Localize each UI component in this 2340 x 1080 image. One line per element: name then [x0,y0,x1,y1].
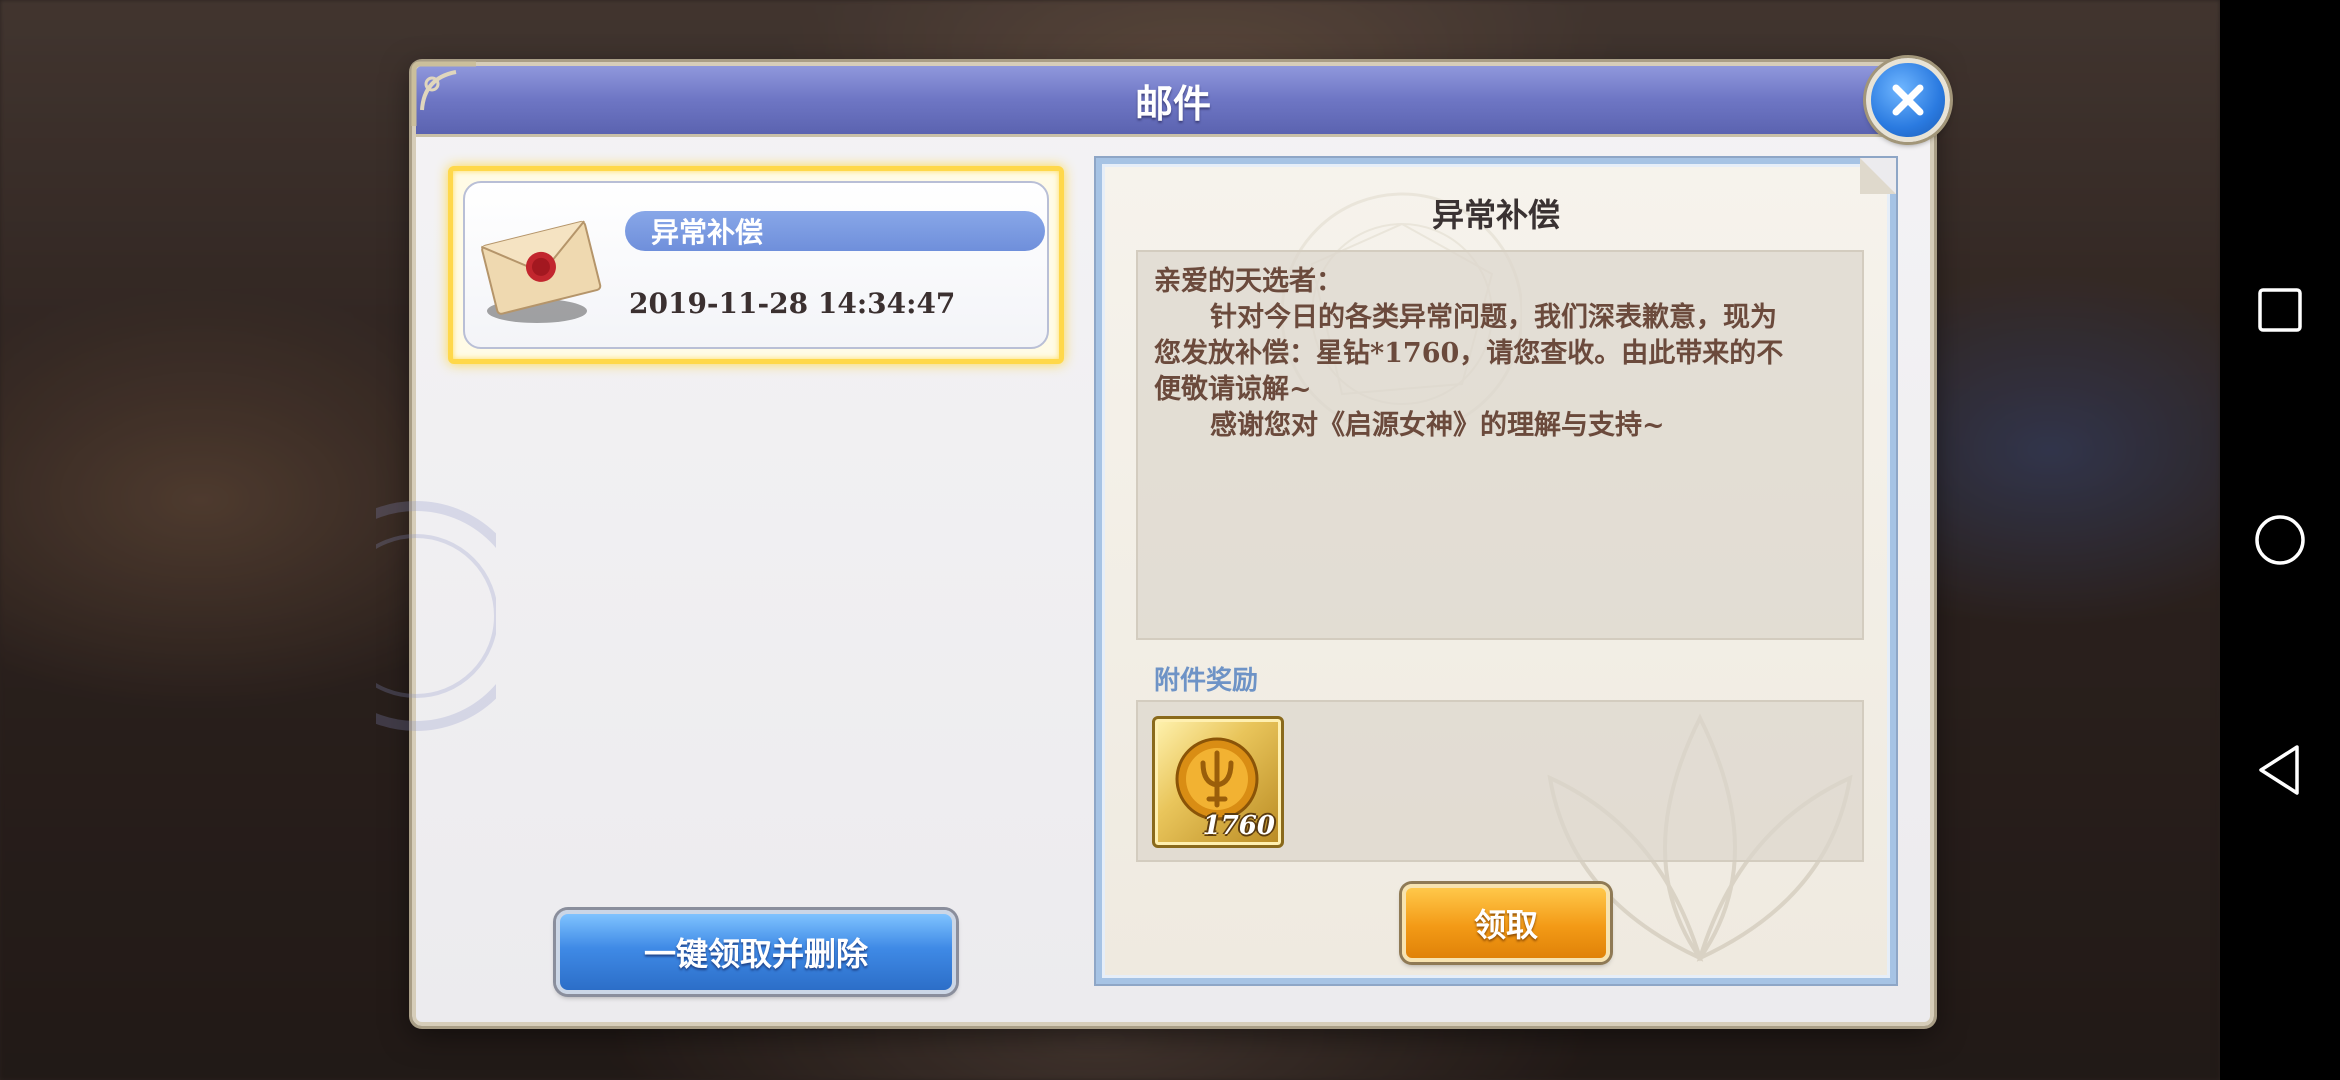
square-recents-icon [2258,288,2302,332]
back-button[interactable] [2220,730,2340,810]
body-line: 便敬请谅解~ [1154,374,1312,405]
sealed-envelope-icon [480,220,602,323]
triangle-back-icon [2259,745,2299,795]
recents-button[interactable] [2220,270,2340,350]
dialog-title: 邮件 [1134,80,1211,126]
reward-count: 1760 [1202,811,1275,841]
page-fold-corner [1860,158,1896,194]
body-greeting: 亲爱的天选者： [1154,266,1343,297]
mail-dialog: 邮件 异常补偿 2019-11-28 14:34:47 一键领取并删除 异常补偿… [376,58,1950,1026]
body-thanks: 感谢您对《启源女神》的理解与支持~ [1210,410,1665,441]
close-x-icon [1892,84,1924,116]
attachment-label: 附件奖励 [1154,666,1259,696]
dialog-title-bar: 邮件 [416,66,1930,137]
mail-item-card: 异常补偿 2019-11-28 14:34:47 [463,181,1049,349]
home-button[interactable] [2220,500,2340,580]
gear-watermark-icon [376,501,496,731]
body-line: 针对今日的各类异常问题，我们深表歉意，现为 [1210,302,1777,333]
reward-item-star-diamond[interactable]: 1760 [1152,716,1284,848]
corner-ornament-icon [411,61,476,126]
mail-list-item[interactable]: 异常补偿 2019-11-28 14:34:47 [448,166,1064,364]
close-button[interactable] [1866,58,1950,142]
claim-button[interactable]: 领取 [1402,884,1610,962]
system-nav-bar [2220,0,2340,1080]
attachment-box: 1760 [1136,700,1864,862]
circle-home-icon [2255,515,2305,565]
mail-detail-panel: 异常补偿 亲爱的天选者： 针对今日的各类异常问题，我们深表歉意，现为 您发放补偿… [1096,158,1896,984]
claim-all-delete-button[interactable]: 一键领取并删除 [556,910,956,994]
mail-date: 2019-11-28 14:34:47 [629,287,956,320]
mail-subject: 异常补偿 [625,211,1045,251]
detail-title: 异常补偿 [1431,196,1560,234]
body-line: 您发放补偿：星钻*1760，请您查收。由此带来的不 [1154,338,1784,369]
mail-body-text: 亲爱的天选者： 针对今日的各类异常问题，我们深表歉意，现为 您发放补偿：星钻*1… [1136,250,1864,640]
